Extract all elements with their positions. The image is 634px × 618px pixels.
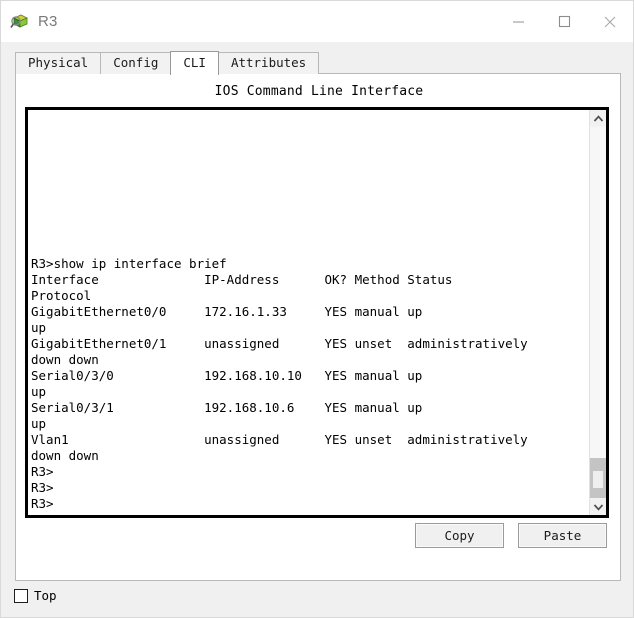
terminal-area[interactable]: R3>show ip interface brief Interface IP-…: [25, 107, 609, 518]
minimize-icon[interactable]: [495, 1, 541, 42]
cli-window: R3 Physical Config CLI Attributes IOS Co…: [0, 0, 634, 618]
close-icon[interactable]: [587, 1, 633, 42]
tab-attributes[interactable]: Attributes: [217, 52, 320, 74]
scrollbar-thumb[interactable]: [590, 458, 606, 502]
panel-heading: IOS Command Line Interface: [214, 84, 424, 99]
tab-bar: Physical Config CLI Attributes: [15, 51, 320, 75]
terminal-output[interactable]: R3>show ip interface brief Interface IP-…: [30, 112, 582, 515]
window-footer: Top: [1, 582, 633, 617]
tab-physical-label: Physical: [28, 55, 89, 71]
copy-button-label: Copy: [444, 528, 475, 543]
window-controls: [495, 1, 633, 42]
scrollbar-thumb-nub: [593, 471, 603, 488]
chevron-down-icon[interactable]: [590, 498, 606, 515]
window-title: R3: [38, 13, 58, 30]
tab-config[interactable]: Config: [100, 52, 172, 74]
top-checkbox-row[interactable]: Top: [14, 588, 57, 603]
terminal-scrollbar[interactable]: [589, 110, 606, 515]
maximize-icon[interactable]: [541, 1, 587, 42]
window-titlebar[interactable]: R3: [1, 1, 633, 42]
tab-cli[interactable]: CLI: [170, 51, 219, 75]
tab-config-label: Config: [113, 55, 159, 71]
tab-cli-label: CLI: [183, 55, 206, 71]
tab-physical[interactable]: Physical: [15, 52, 102, 74]
paste-button-label: Paste: [543, 528, 582, 543]
terminal-actions: Copy Paste: [401, 523, 607, 548]
copy-button[interactable]: Copy: [415, 523, 504, 548]
top-checkbox[interactable]: [14, 588, 28, 603]
cli-panel: IOS Command Line Interface R3>show ip in…: [15, 73, 621, 581]
chevron-up-icon[interactable]: [590, 110, 606, 127]
router-device-icon: [10, 12, 30, 32]
top-checkbox-label: Top: [34, 588, 57, 603]
scrollbar-track[interactable]: [590, 127, 606, 502]
paste-button[interactable]: Paste: [518, 523, 607, 548]
tab-attributes-label: Attributes: [230, 55, 307, 71]
